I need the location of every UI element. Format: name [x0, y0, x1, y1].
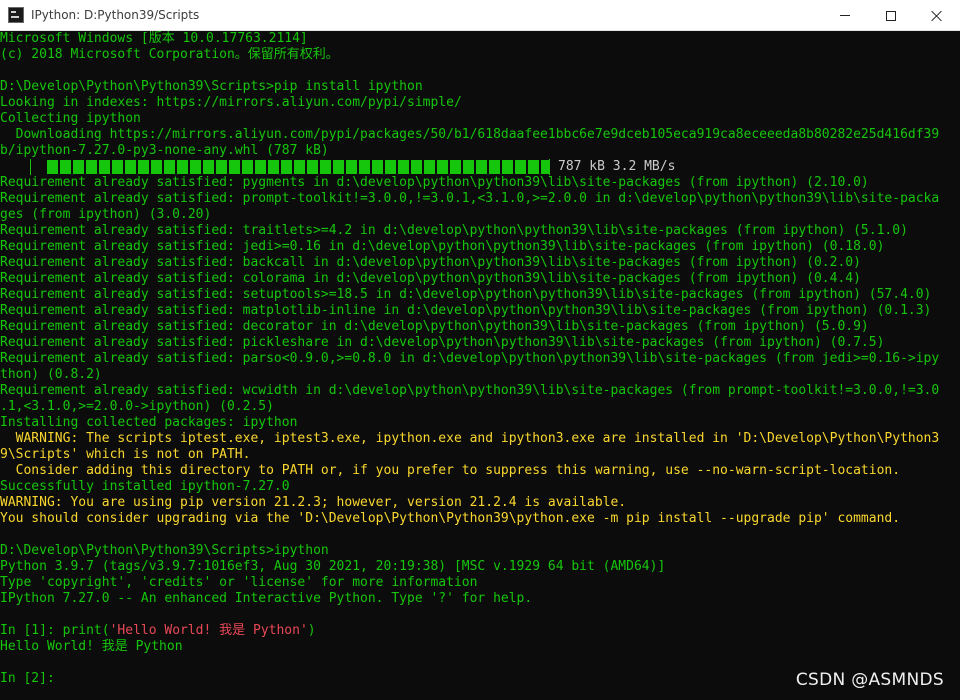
code-string-literal: 'Hello World! 我是 Python': [109, 623, 308, 638]
console-line: Requirement already satisfied: matplotli…: [0, 303, 932, 318]
console-line: Type 'copyright', 'credits' or 'license'…: [0, 575, 478, 590]
ipython-prompt: In [2]:: [0, 671, 55, 686]
console-line: thon) (0.8.2): [0, 367, 102, 382]
console-line: Requirement already satisfied: jedi>=0.1…: [0, 239, 885, 254]
console-line: Hello World! 我是 Python: [0, 639, 183, 654]
console-line: Requirement already satisfied: traitlets…: [0, 223, 908, 238]
download-progress-row: 787 kB 3.2 MB/s: [0, 159, 960, 175]
ipython-prompt: In [1]:: [0, 623, 63, 638]
console-line: Requirement already satisfied: prompt-to…: [0, 191, 940, 206]
watermark: CSDN @ASMNDS: [795, 670, 944, 690]
console-line: Requirement already satisfied: parso<0.9…: [0, 351, 940, 366]
console-line: Downloading https://mirrors.aliyun.com/p…: [0, 127, 940, 142]
window-title: IPython: D:Python39/Scripts: [31, 8, 200, 22]
ipython-input-line-1: In [1]: print('Hello World! 我是 Python'): [0, 623, 960, 639]
console-app-icon: [8, 7, 24, 23]
code-call: print(: [62, 623, 110, 638]
console-line: Python 3.9.7 (tags/v3.9.7:1016ef3, Aug 3…: [0, 559, 666, 574]
console-line: D:\Develop\Python\Python39\Scripts>pip i…: [0, 79, 423, 94]
console-line: ges (from ipython) (3.0.20): [0, 207, 212, 222]
download-progress-bar: [30, 159, 550, 175]
minimize-button[interactable]: [822, 0, 868, 31]
window-controls: [822, 0, 960, 31]
console-line: IPython 7.27.0 -- An enhanced Interactiv…: [0, 591, 533, 606]
console-line: Successfully installed ipython-7.27.0: [0, 479, 290, 494]
maximize-button[interactable]: [868, 0, 914, 31]
console-line: WARNING: The scripts iptest.exe, iptest3…: [0, 431, 940, 446]
console-line: Requirement already satisfied: colorama …: [0, 271, 861, 286]
console-line: You should consider upgrading via the 'D…: [0, 511, 901, 526]
console-line: Requirement already satisfied: backcall …: [0, 255, 861, 270]
console-line: (c) 2018 Microsoft Corporation。保留所有权利。: [0, 47, 339, 62]
console-line: Requirement already satisfied: pygments …: [0, 175, 869, 190]
maximize-icon: [886, 10, 896, 21]
console-line: Looking in indexes: https://mirrors.aliy…: [0, 95, 462, 110]
console-line: Requirement already satisfied: decorator…: [0, 319, 869, 334]
console-line: Collecting ipython: [0, 111, 141, 126]
console-line: Consider adding this directory to PATH o…: [0, 463, 901, 478]
console-line: WARNING: You are using pip version 21.2.…: [0, 495, 627, 510]
download-progress-text: 787 kB 3.2 MB/s: [558, 159, 676, 174]
minimize-icon: [840, 15, 850, 16]
console-line: D:\Develop\Python\Python39\Scripts>ipyth…: [0, 543, 329, 558]
progress-indent: [0, 159, 30, 175]
console-line: .1,<3.1.0,>=2.0.0->ipython) (0.2.5): [0, 399, 274, 414]
window-titlebar[interactable]: IPython: D:Python39/Scripts: [0, 0, 960, 31]
console-line: b/ipython-7.27.0-py3-none-any.whl (787 k…: [0, 143, 329, 158]
code-close-paren: ): [307, 623, 316, 638]
download-progress-fill: [47, 160, 549, 174]
console-line: Installing collected packages: ipython: [0, 415, 298, 430]
console-line: Requirement already satisfied: picklesha…: [0, 335, 885, 350]
close-icon: [931, 10, 943, 22]
console-line: Requirement already satisfied: setuptool…: [0, 287, 932, 302]
console-line: Microsoft Windows [版本 10.0.17763.2114]: [0, 31, 308, 46]
console-line: Requirement already satisfied: wcwidth i…: [0, 383, 940, 398]
console-line: 9\Scripts' which is not on PATH.: [0, 447, 251, 462]
close-button[interactable]: [914, 0, 960, 31]
console-output[interactable]: Microsoft Windows [版本 10.0.17763.2114] (c…: [0, 31, 960, 700]
